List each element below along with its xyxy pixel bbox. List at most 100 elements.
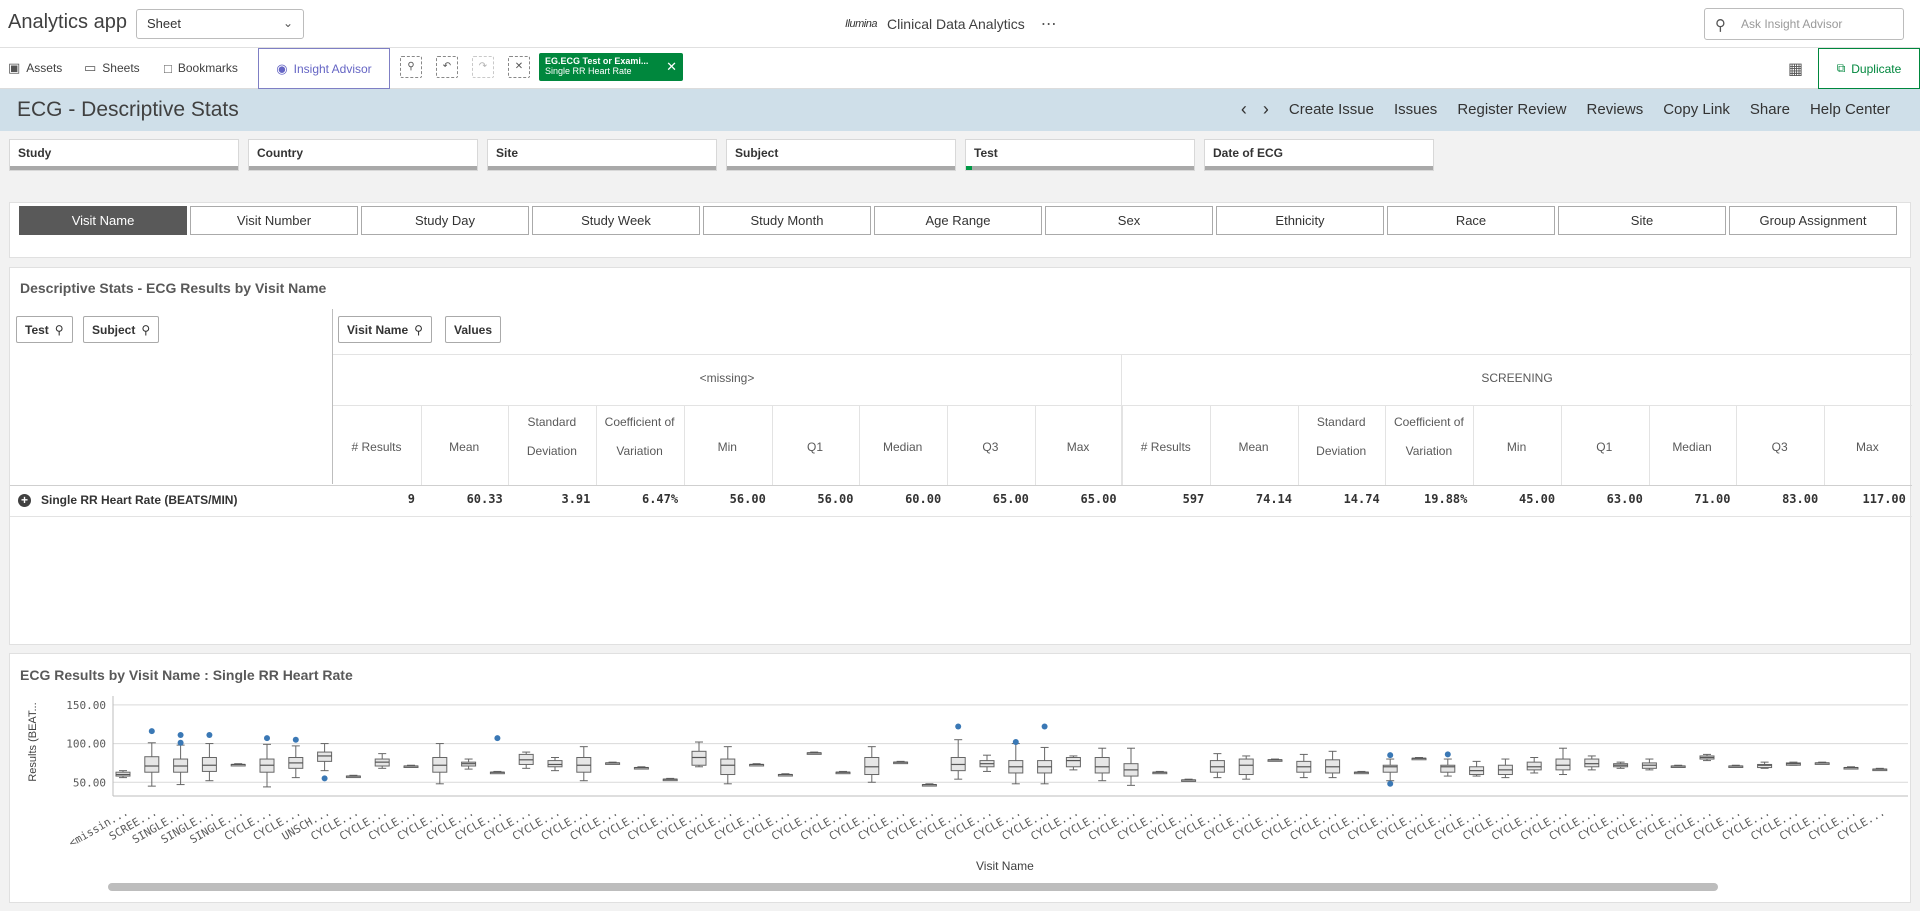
app-name[interactable]: Analytics app bbox=[8, 11, 127, 34]
pivot-table-panel: Descriptive Stats - ECG Results by Visit… bbox=[9, 267, 1912, 645]
grid-icon[interactable]: ▦ bbox=[1788, 59, 1803, 79]
link-copy-link[interactable]: Copy Link bbox=[1663, 101, 1730, 118]
measure-header[interactable]: Min bbox=[684, 408, 771, 460]
outlier-point bbox=[1041, 723, 1048, 730]
selection-chip[interactable]: EG.ECG Test or Exami... Single RR Heart … bbox=[539, 53, 683, 81]
insight-advisor-button[interactable]: ◉ Insight Advisor bbox=[258, 48, 390, 89]
pivot-cell[interactable]: 83.00 bbox=[1738, 492, 1818, 506]
pivot-cell[interactable]: 63.00 bbox=[1563, 492, 1643, 506]
pivot-cell[interactable]: 60.00 bbox=[861, 492, 941, 506]
pivot-cell[interactable]: 56.00 bbox=[686, 492, 766, 506]
more-options-icon[interactable]: ⋯ bbox=[1041, 14, 1057, 34]
row-chip-subject[interactable]: Subject ⚲ bbox=[83, 316, 160, 343]
measure-header[interactable]: Max bbox=[1035, 408, 1122, 460]
box bbox=[201, 756, 217, 772]
pivot-cell[interactable]: 14.74 bbox=[1300, 492, 1380, 506]
measure-header[interactable]: Mean bbox=[1210, 408, 1297, 460]
measure-header[interactable]: Coefficient of Variation bbox=[1385, 408, 1472, 460]
dim-ethnicity[interactable]: Ethnicity bbox=[1216, 206, 1384, 235]
pivot-cell[interactable]: 74.14 bbox=[1212, 492, 1292, 506]
measure-header[interactable]: Q3 bbox=[1736, 408, 1823, 460]
pivot-cell[interactable]: 19.88% bbox=[1387, 492, 1467, 506]
ask-insight-advisor-input[interactable]: ⚲ Ask Insight Advisor bbox=[1704, 8, 1904, 40]
app-title-text: Clinical Data Analytics bbox=[886, 16, 1025, 32]
selection-tools: ⚲ ↶ ↷ ✕ bbox=[400, 56, 530, 78]
dim-group-assignment[interactable]: Group Assignment bbox=[1729, 206, 1897, 235]
link-share[interactable]: Share bbox=[1750, 101, 1790, 118]
pivot-cell[interactable]: 597 bbox=[1124, 492, 1205, 506]
measure-header-line: Deviation bbox=[1316, 444, 1367, 458]
sheets-icon: ▭ bbox=[84, 60, 97, 75]
boxplot-chart[interactable]: 50.00100.00150.00<missin...SCREE...SINGL… bbox=[10, 654, 1912, 904]
filter-label: Test bbox=[974, 146, 998, 160]
measure-header[interactable]: Median bbox=[1649, 408, 1736, 460]
chevron-left-icon[interactable]: ‹ bbox=[1241, 99, 1247, 120]
dim-race[interactable]: Race bbox=[1387, 206, 1555, 235]
dim-sex[interactable]: Sex bbox=[1045, 206, 1213, 235]
sheet-select[interactable]: Sheet ⌄ bbox=[136, 9, 304, 39]
pivot-cell[interactable]: 71.00 bbox=[1651, 492, 1730, 506]
measure-header[interactable]: # Results bbox=[333, 408, 420, 460]
pivot-cell[interactable]: 56.00 bbox=[774, 492, 853, 506]
measure-header[interactable]: # Results bbox=[1122, 408, 1209, 460]
pivot-cell[interactable]: 3.91 bbox=[510, 492, 590, 506]
link-help-center[interactable]: Help Center bbox=[1810, 101, 1890, 118]
filter-date-of-ecg[interactable]: Date of ECG bbox=[1204, 139, 1434, 171]
smart-search-icon[interactable]: ⚲ bbox=[400, 56, 422, 78]
sheets-button[interactable]: ▭ Sheets bbox=[76, 48, 148, 88]
box bbox=[864, 756, 880, 776]
col-chip-values[interactable]: Values bbox=[445, 316, 502, 343]
filter-label: Study bbox=[18, 146, 52, 160]
measure-header[interactable]: Coefficient of Variation bbox=[596, 408, 683, 460]
measure-header[interactable]: Standard Deviation bbox=[1298, 408, 1385, 460]
measure-header-line: Q1 bbox=[1596, 440, 1613, 454]
filter-country[interactable]: Country bbox=[248, 139, 478, 171]
pivot-cell[interactable]: 6.47% bbox=[598, 492, 678, 506]
row-chip-test[interactable]: Test ⚲ bbox=[16, 316, 73, 343]
filter-test[interactable]: Test bbox=[965, 139, 1195, 171]
measure-header[interactable]: Q1 bbox=[772, 408, 859, 460]
measure-header-line: Variation bbox=[616, 444, 663, 458]
pivot-cell[interactable]: 117.00 bbox=[1826, 492, 1906, 506]
filter-site[interactable]: Site bbox=[487, 139, 717, 171]
dim-visit-name[interactable]: Visit Name bbox=[19, 206, 187, 235]
col-chip-visit-name[interactable]: Visit Name ⚲ bbox=[338, 316, 432, 343]
measure-header[interactable]: Standard Deviation bbox=[508, 408, 595, 460]
pivot-cell[interactable]: 9 bbox=[335, 492, 415, 506]
assets-button[interactable]: ▣ Assets bbox=[0, 48, 70, 88]
measure-header[interactable]: Max bbox=[1824, 408, 1911, 460]
col-group-missing: <missing> bbox=[699, 371, 755, 385]
measure-header[interactable]: Q1 bbox=[1561, 408, 1648, 460]
filter-subject[interactable]: Subject bbox=[726, 139, 956, 171]
pivot-cell[interactable]: 45.00 bbox=[1475, 492, 1555, 506]
bookmarks-button[interactable]: □ Bookmarks bbox=[156, 48, 246, 88]
link-reviews[interactable]: Reviews bbox=[1587, 101, 1644, 118]
close-icon[interactable]: ✕ bbox=[666, 59, 677, 75]
measure-header[interactable]: Median bbox=[859, 408, 946, 460]
dim-visit-number[interactable]: Visit Number bbox=[190, 206, 358, 235]
pivot-cell[interactable]: 65.00 bbox=[949, 492, 1029, 506]
step-forward-icon[interactable]: ↷ bbox=[472, 56, 494, 78]
dim-study-month[interactable]: Study Month bbox=[703, 206, 871, 235]
filter-study[interactable]: Study bbox=[9, 139, 239, 171]
dim-study-day[interactable]: Study Day bbox=[361, 206, 529, 235]
link-register-review[interactable]: Register Review bbox=[1457, 101, 1566, 118]
measure-header[interactable]: Mean bbox=[421, 408, 508, 460]
measure-header[interactable]: Q3 bbox=[947, 408, 1034, 460]
step-back-icon[interactable]: ↶ bbox=[436, 56, 458, 78]
link-create-issue[interactable]: Create Issue bbox=[1289, 101, 1374, 118]
measure-header-line: Mean bbox=[449, 440, 480, 454]
pivot-cell[interactable]: 65.00 bbox=[1037, 492, 1116, 506]
pivot-cell[interactable]: 60.33 bbox=[423, 492, 503, 506]
clear-selections-icon[interactable]: ✕ bbox=[508, 56, 530, 78]
dim-age-range[interactable]: Age Range bbox=[874, 206, 1042, 235]
link-issues[interactable]: Issues bbox=[1394, 101, 1437, 118]
dim-site[interactable]: Site bbox=[1558, 206, 1726, 235]
measure-header[interactable]: Min bbox=[1473, 408, 1560, 460]
expand-plus-icon[interactable]: + bbox=[18, 493, 31, 507]
dim-study-week[interactable]: Study Week bbox=[532, 206, 700, 235]
pivot-row-label[interactable]: + Single RR Heart Rate (BEATS/MIN) bbox=[18, 493, 237, 507]
duplicate-button[interactable]: ⧉ Duplicate bbox=[1818, 48, 1920, 89]
chart-scrollbar[interactable] bbox=[108, 883, 1718, 891]
chevron-right-icon[interactable]: › bbox=[1263, 99, 1269, 120]
